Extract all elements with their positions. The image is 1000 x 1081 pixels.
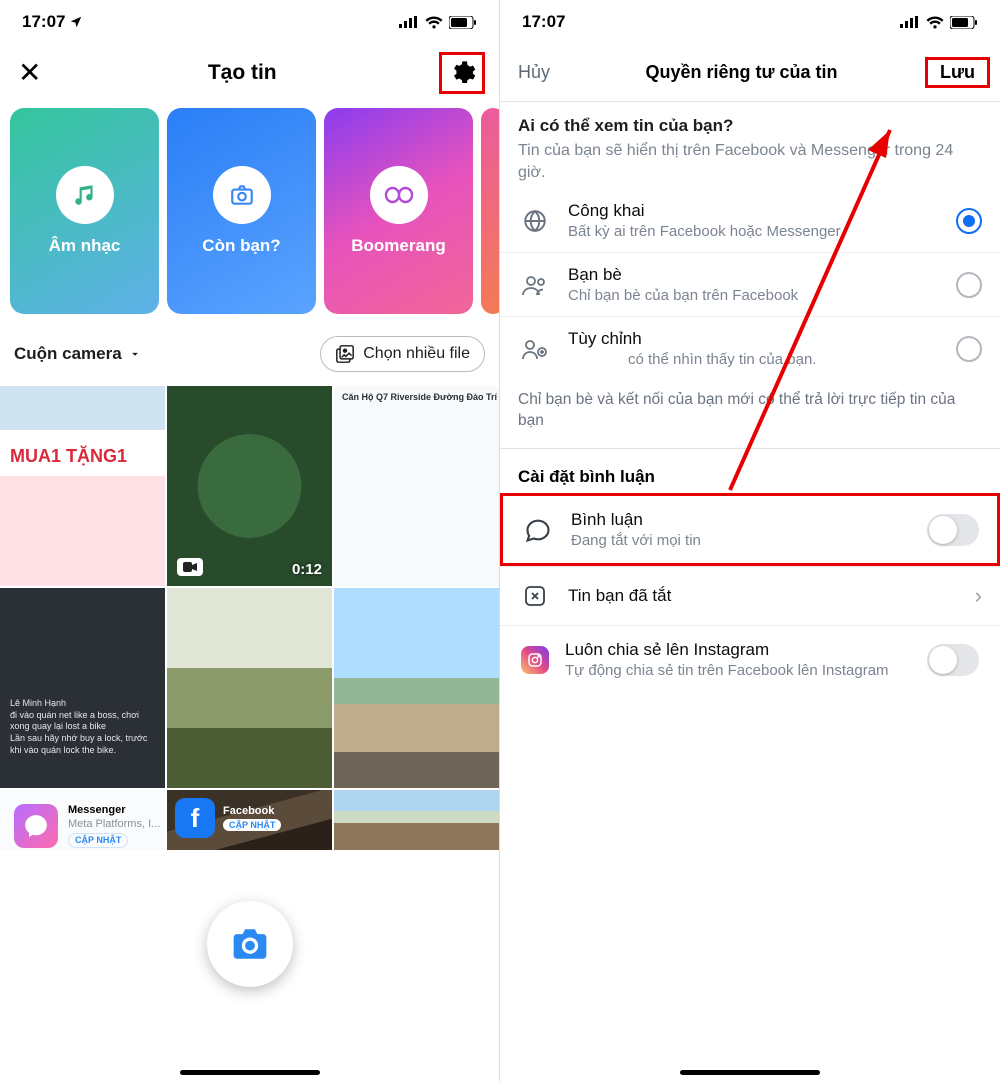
option-subtitle: Chỉ bạn bè của bạn trên Facebook	[568, 287, 940, 304]
close-icon[interactable]: ✕	[14, 53, 45, 93]
gallery-item[interactable]	[167, 588, 332, 788]
gallery-item[interactable]: Messenger Meta Platforms, I... CẬP NHẬT	[0, 790, 165, 850]
instagram-icon	[521, 646, 549, 674]
home-indicator	[180, 1070, 320, 1075]
location-arrow-icon	[69, 15, 83, 29]
section-subtitle: Tin của bạn sẽ hiển thị trên Facebook và…	[518, 140, 982, 183]
muted-stories-row[interactable]: Tin bạn đã tắt ›	[500, 566, 1000, 626]
tile-music[interactable]: Âm nhạc	[10, 108, 159, 314]
cancel-button[interactable]: Hủy	[510, 56, 558, 89]
video-badge-icon	[177, 558, 203, 576]
story-privacy-screen: 17:07 Hủy Quyền riêng tư của tin Lưu Ai …	[500, 0, 1000, 1081]
tile-more[interactable]	[481, 108, 500, 314]
status-bar: 17:07	[0, 0, 499, 44]
music-icon	[72, 182, 98, 208]
signal-icon	[399, 16, 419, 28]
wifi-icon	[425, 16, 443, 29]
radio-unselected[interactable]	[956, 336, 982, 362]
toggle-off[interactable]	[927, 514, 979, 546]
section-question: Ai có thể xem tin của bạn?	[518, 116, 982, 136]
gallery-item[interactable]: 0:12	[167, 386, 332, 586]
settings-highlight	[439, 52, 485, 94]
close-box-icon	[523, 584, 547, 608]
row-title: Tin bạn đã tắt	[568, 586, 959, 606]
camera-icon	[229, 182, 255, 208]
tile-boomerang[interactable]: Boomerang	[324, 108, 473, 314]
signal-icon	[900, 16, 920, 28]
radio-selected[interactable]	[956, 208, 982, 234]
multi-select-label: Chọn nhiều file	[363, 345, 470, 363]
gallery-item[interactable]	[0, 386, 165, 586]
gallery-item[interactable]	[334, 386, 499, 586]
create-story-screen: 17:07 ✕ Tạo tin Âm nhạc Còn bạn? Boomera…	[0, 0, 500, 1081]
camera-roll-dropdown[interactable]: Cuộn camera	[14, 344, 142, 364]
comment-toggle-row[interactable]: Bình luận Đang tắt với mọi tin	[500, 493, 1000, 566]
privacy-header: Hủy Quyền riêng tư của tin Lưu	[500, 44, 1000, 102]
save-highlight: Lưu	[925, 57, 990, 88]
page-title: Quyền riêng tư của tin	[645, 62, 837, 83]
reply-note: Chỉ bạn bè và kết nối của bạn mới có thể…	[500, 380, 1000, 449]
story-type-tiles: Âm nhạc Còn bạn? Boomerang	[0, 108, 499, 314]
create-story-header: ✕ Tạo tin	[0, 44, 499, 108]
row-subtitle: Tự động chia sẻ tin trên Facebook lên In…	[565, 662, 911, 679]
chevron-right-icon: ›	[975, 583, 982, 609]
tile-label: Âm nhạc	[49, 236, 121, 256]
option-title: Bạn bè	[568, 265, 940, 285]
battery-icon	[950, 16, 978, 29]
option-title: Tùy chỉnh	[568, 329, 940, 349]
gallery-controls: Cuộn camera Chọn nhiều file	[0, 314, 499, 386]
gallery-item[interactable]: f Facebook CẬP NHẬT	[167, 790, 332, 850]
comment-icon	[524, 517, 552, 543]
status-time: 17:07	[522, 12, 565, 32]
option-subtitle: có thể nhìn thấy tin của bạn.	[568, 351, 940, 368]
friends-icon	[521, 274, 549, 296]
option-custom[interactable]: Tùy chỉnh có thể nhìn thấy tin của bạn.	[500, 317, 1000, 380]
messenger-icon	[23, 813, 49, 839]
multi-select-button[interactable]: Chọn nhiều file	[320, 336, 485, 372]
video-duration: 0:12	[292, 561, 322, 578]
multi-photo-icon	[335, 345, 355, 363]
option-title: Công khai	[568, 201, 940, 221]
comment-section-label: Cài đặt bình luận	[500, 449, 1000, 493]
tile-selfie[interactable]: Còn bạn?	[167, 108, 316, 314]
privacy-question-section: Ai có thể xem tin của bạn? Tin của bạn s…	[500, 102, 1000, 189]
row-title: Bình luận	[571, 510, 911, 530]
boomerang-icon	[384, 186, 414, 204]
chevron-down-icon	[128, 347, 142, 361]
instagram-share-row[interactable]: Luôn chia sẻ lên Instagram Tự động chia …	[500, 626, 1000, 696]
option-subtitle: Bất kỳ ai trên Facebook hoặc Messenger	[568, 223, 940, 240]
home-indicator	[680, 1070, 820, 1075]
page-title: Tạo tin	[45, 61, 439, 85]
tile-label: Còn bạn?	[202, 236, 280, 256]
gallery-item[interactable]	[334, 588, 499, 788]
save-button[interactable]: Lưu	[934, 58, 981, 86]
camera-icon	[230, 926, 270, 962]
status-time: 17:07	[22, 12, 65, 32]
row-title: Luôn chia sẻ lên Instagram	[565, 640, 911, 660]
custom-icon	[521, 338, 549, 360]
globe-icon	[522, 208, 548, 234]
status-bar: 17:07	[500, 0, 1000, 44]
gallery-item[interactable]	[0, 588, 165, 788]
radio-unselected[interactable]	[956, 272, 982, 298]
option-public[interactable]: Công khai Bất kỳ ai trên Facebook hoặc M…	[500, 189, 1000, 253]
camera-fab[interactable]	[207, 901, 293, 987]
toggle-off[interactable]	[927, 644, 979, 676]
battery-icon	[449, 16, 477, 29]
gallery-grid: 0:12 Messenger Meta Platforms, I... CẬP …	[0, 386, 499, 850]
gallery-item[interactable]	[334, 790, 499, 850]
tile-label: Boomerang	[351, 236, 445, 256]
row-subtitle: Đang tắt với mọi tin	[571, 532, 911, 549]
wifi-icon	[926, 16, 944, 29]
gear-icon[interactable]	[448, 59, 476, 87]
option-friends[interactable]: Bạn bè Chỉ bạn bè của bạn trên Facebook	[500, 253, 1000, 317]
camera-roll-label: Cuộn camera	[14, 344, 122, 364]
